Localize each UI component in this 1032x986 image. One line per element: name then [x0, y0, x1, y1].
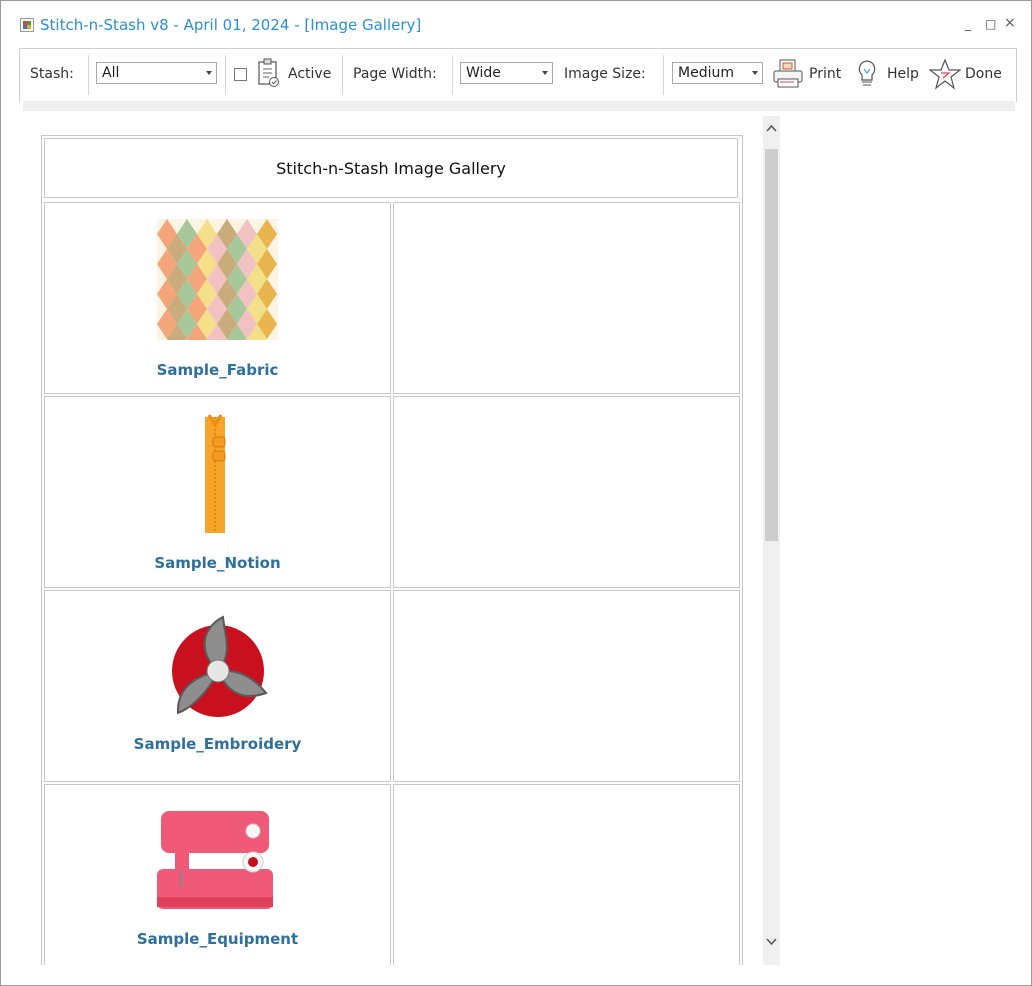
gallery-cell-empty	[393, 784, 740, 965]
chevron-down-icon[interactable]	[766, 938, 777, 946]
gallery-item-name[interactable]: Sample_Fabric	[45, 361, 390, 379]
image-size-label: Image Size:	[564, 66, 646, 82]
help-label[interactable]: Help	[887, 66, 919, 82]
chevron-down-icon	[752, 71, 758, 75]
printer-icon[interactable]	[772, 58, 804, 90]
image-size-value: Medium	[678, 65, 734, 81]
gallery-cell[interactable]: Sample_Embroidery	[44, 590, 391, 782]
sewing-machine-icon[interactable]	[155, 807, 275, 911]
chevron-down-icon	[542, 71, 548, 75]
toolbar-separator	[663, 55, 664, 95]
toolbar: Stash: All Active Page Width: Wide Image…	[19, 48, 1017, 102]
toolbar-separator	[452, 55, 453, 95]
stash-dropdown[interactable]: All	[96, 62, 217, 84]
gallery-cell[interactable]: Sample_Equipment	[44, 784, 391, 965]
window-title: Stitch-n-Stash v8 - April 01, 2024 - [Im…	[40, 16, 422, 34]
active-checkbox[interactable]	[234, 68, 247, 81]
done-label[interactable]: Done	[965, 66, 1002, 82]
vertical-scrollbar[interactable]	[763, 116, 780, 965]
gallery-title: Stitch-n-Stash Image Gallery	[44, 138, 738, 198]
title-bar: Stitch-n-Stash v8 - April 01, 2024 - [Im…	[1, 1, 1031, 47]
gallery-table: Stitch-n-Stash Image Gallery Sample_Fabr…	[41, 135, 743, 965]
zipper-icon[interactable]	[195, 413, 235, 535]
content-pane: Stitch-n-Stash Image Gallery Sample_Fabr…	[23, 111, 1015, 965]
app-logo-icon	[20, 18, 34, 32]
gallery-cell-empty	[393, 202, 740, 394]
toolbar-separator	[342, 55, 343, 95]
toolbar-separator	[88, 55, 89, 95]
gallery-cell-empty	[393, 396, 740, 588]
maximize-button[interactable]: □	[985, 17, 996, 31]
toolbar-separator	[225, 55, 226, 95]
scrollbar-thumb[interactable]	[765, 149, 778, 541]
image-size-dropdown[interactable]: Medium	[672, 62, 763, 84]
gallery-cell[interactable]: Sample_Notion	[44, 396, 391, 588]
app-window: Stitch-n-Stash v8 - April 01, 2024 - [Im…	[0, 0, 1032, 986]
gallery-item-name[interactable]: Sample_Equipment	[45, 930, 390, 948]
star-icon[interactable]	[929, 58, 961, 90]
close-button[interactable]: ×	[1004, 15, 1016, 31]
print-label[interactable]: Print	[809, 66, 841, 82]
chevron-down-icon	[206, 71, 212, 75]
toolbar-bottom-strip	[23, 101, 1015, 111]
fabric-swatch-icon[interactable]	[157, 219, 278, 340]
page-width-dropdown[interactable]: Wide	[460, 62, 553, 84]
stash-value: All	[102, 65, 120, 81]
chevron-up-icon[interactable]	[766, 124, 777, 132]
lightbulb-icon[interactable]	[856, 58, 878, 90]
stash-label: Stash:	[30, 66, 74, 82]
page-width-label: Page Width:	[353, 66, 437, 82]
gallery-cell[interactable]: Sample_Fabric	[44, 202, 391, 394]
gallery-item-name[interactable]: Sample_Notion	[45, 554, 390, 572]
page-width-value: Wide	[466, 65, 501, 81]
embroidery-logo-icon[interactable]	[163, 613, 273, 723]
gallery-cell-empty	[393, 590, 740, 782]
clipboard-check-icon[interactable]	[257, 58, 281, 88]
active-label[interactable]: Active	[288, 66, 331, 82]
minimize-button[interactable]: _	[965, 17, 971, 31]
gallery-item-name[interactable]: Sample_Embroidery	[45, 735, 390, 753]
